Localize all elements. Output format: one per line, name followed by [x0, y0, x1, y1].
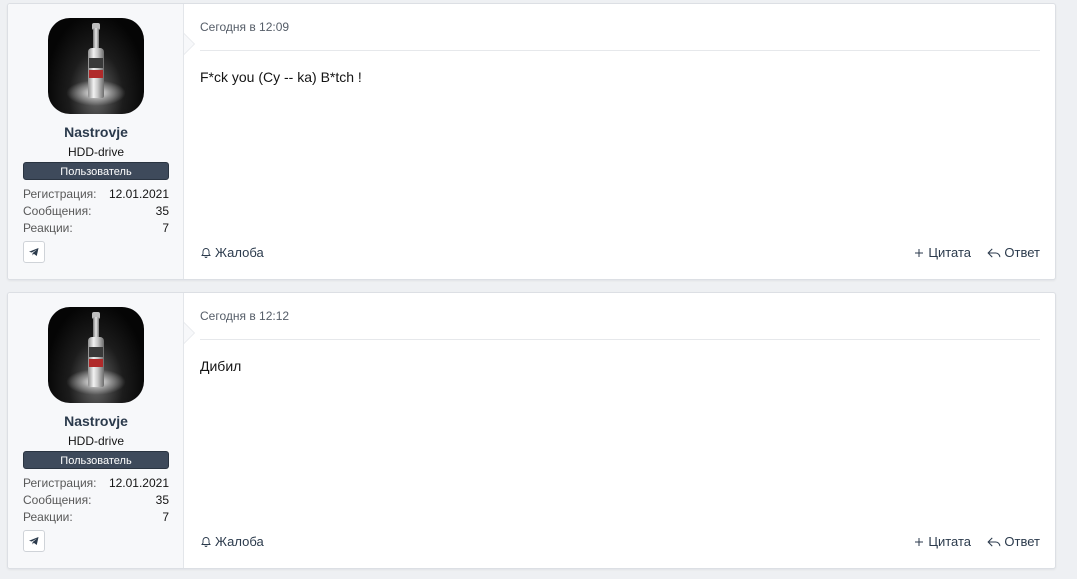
- bell-icon: [201, 247, 211, 258]
- report-button[interactable]: Жалоба: [200, 245, 264, 260]
- user-info-panel: Nastrovje HDD-drive Пользователь Регистр…: [8, 4, 184, 279]
- stat-value[interactable]: 35: [156, 492, 169, 509]
- message-post: Nastrovje HDD-drive Пользователь Регистр…: [7, 292, 1056, 569]
- stat-value: 12.01.2021: [108, 476, 169, 490]
- username-link[interactable]: Nastrovje: [8, 413, 184, 429]
- reply-button[interactable]: Ответ: [987, 534, 1040, 549]
- stat-value: 12.01.2021: [108, 187, 169, 201]
- user-title: HDD-drive: [67, 434, 124, 448]
- stat-registration: Регистрация: 12.01.2021: [23, 475, 169, 492]
- stat-key: Сообщения:: [23, 204, 92, 218]
- stat-value: 7: [162, 510, 169, 524]
- user-stats: Регистрация: 12.01.2021 Сообщения: 35 Ре…: [23, 475, 169, 526]
- user-info-panel: Nastrovje HDD-drive Пользователь Регистр…: [8, 293, 184, 568]
- divider: [200, 50, 1040, 51]
- stat-registration: Регистрация: 12.01.2021: [23, 186, 169, 203]
- reply-icon: [987, 248, 1001, 257]
- report-button[interactable]: Жалоба: [200, 534, 264, 549]
- report-label: Жалоба: [215, 245, 264, 260]
- stat-messages: Сообщения: 35: [23, 492, 169, 509]
- reply-button[interactable]: Ответ: [987, 245, 1040, 260]
- avatar[interactable]: [48, 307, 144, 403]
- telegram-button[interactable]: [23, 241, 45, 263]
- user-banner: Пользователь: [23, 162, 169, 180]
- message-body: F*ck you (Cy -- ka) B*tch !: [200, 69, 362, 85]
- telegram-button[interactable]: [23, 530, 45, 552]
- quote-button[interactable]: Цитата: [913, 534, 971, 549]
- bell-icon: [201, 536, 211, 547]
- plus-icon: [915, 537, 924, 546]
- plus-icon: [915, 248, 924, 257]
- message-body: Дибил: [200, 358, 242, 374]
- divider: [200, 339, 1040, 340]
- stat-value[interactable]: 35: [156, 203, 169, 220]
- telegram-icon: [29, 248, 39, 256]
- post-date-link[interactable]: Сегодня в 12:09: [200, 20, 289, 34]
- stat-messages: Сообщения: 35: [23, 203, 169, 220]
- user-stats: Регистрация: 12.01.2021 Сообщения: 35 Ре…: [23, 186, 169, 237]
- stat-key: Реакции:: [23, 221, 73, 235]
- stat-key: Реакции:: [23, 510, 73, 524]
- message-main: Сегодня в 12:09 F*ck you (Cy -- ka) B*tc…: [200, 4, 1040, 279]
- stat-key: Регистрация:: [23, 187, 97, 201]
- stat-reactions: Реакции: 7: [23, 220, 169, 237]
- message-main: Сегодня в 12:12 Дибил Жалоба Цитата Отве: [200, 293, 1040, 568]
- post-footer: Жалоба Цитата Ответ: [200, 534, 1040, 552]
- quote-label: Цитата: [928, 245, 971, 260]
- reply-label: Ответ: [1004, 534, 1040, 549]
- stat-reactions: Реакции: 7: [23, 509, 169, 526]
- post-footer: Жалоба Цитата Ответ: [200, 245, 1040, 263]
- quote-label: Цитата: [928, 534, 971, 549]
- stat-key: Сообщения:: [23, 493, 92, 507]
- stat-value: 7: [162, 221, 169, 235]
- username-link[interactable]: Nastrovje: [8, 124, 184, 140]
- quote-button[interactable]: Цитата: [913, 245, 971, 260]
- user-banner: Пользователь: [23, 451, 169, 469]
- reply-icon: [987, 537, 1001, 546]
- reply-label: Ответ: [1004, 245, 1040, 260]
- user-title: HDD-drive: [67, 145, 124, 159]
- avatar[interactable]: [48, 18, 144, 114]
- report-label: Жалоба: [215, 534, 264, 549]
- message-post: Nastrovje HDD-drive Пользователь Регистр…: [7, 3, 1056, 280]
- post-date-link[interactable]: Сегодня в 12:12: [200, 309, 289, 323]
- telegram-icon: [29, 537, 39, 545]
- stat-key: Регистрация:: [23, 476, 97, 490]
